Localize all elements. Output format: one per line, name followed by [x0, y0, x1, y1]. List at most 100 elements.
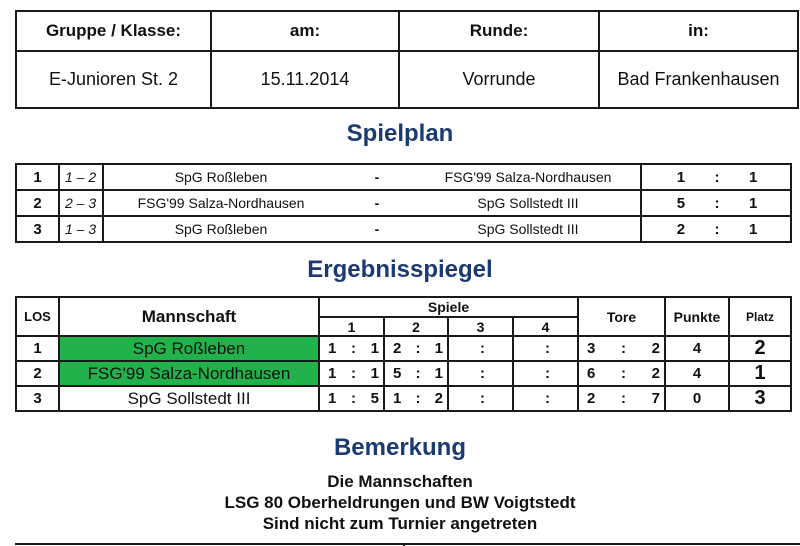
info-value-date: 15.11.2014	[210, 50, 400, 109]
spielplan-row: 31 – 3 SpG Roßleben - SpG Sollstedt III 2: 1	[15, 215, 792, 243]
game-pairing: 1 – 3	[58, 215, 104, 243]
result-right: 1	[370, 340, 379, 357]
goals-away: 1	[748, 194, 758, 212]
los-number: 3	[15, 385, 60, 412]
header-punkte: Punkte	[664, 296, 730, 337]
home-team: SpG Roßleben	[103, 163, 338, 191]
spiel-result-3: :	[447, 385, 514, 412]
result-separator: :	[415, 390, 421, 407]
tore-separator: :	[621, 390, 626, 407]
result-left: 1	[328, 390, 337, 407]
game-number: 1	[15, 163, 60, 191]
spiel-result-4: :	[512, 360, 579, 387]
platz-value: 2	[728, 335, 792, 362]
result-separator: :	[545, 390, 550, 407]
info-value-row: E-Junioren St. 2 15.11.2014 Vorrunde Bad…	[15, 50, 799, 109]
punkte-value: 0	[664, 385, 730, 412]
header-spiel-3: 3	[447, 316, 514, 337]
punkte-value: 4	[664, 360, 730, 387]
spielplan-table: 11 – 2 SpG Roßleben - FSG'99 Salza-Nordhaus…	[15, 163, 792, 243]
result-separator: :	[480, 365, 485, 382]
result-left: 1	[328, 340, 337, 357]
header-tore: Tore	[577, 296, 666, 337]
spiel-result-1: 1:5	[318, 385, 385, 412]
result-left: 5	[393, 365, 402, 382]
result-separator: :	[351, 365, 356, 382]
spiel-result-3: :	[447, 360, 514, 387]
result-left: 2	[393, 340, 402, 357]
result-separator: :	[351, 390, 356, 407]
ergebnisspiegel-title: Ergebnisspiegel	[307, 256, 493, 283]
tore-separator: :	[621, 365, 626, 382]
tore-conceded: 2	[651, 365, 660, 382]
tore-scored: 2	[587, 390, 596, 407]
los-number: 2	[15, 360, 60, 387]
home-team: FSG'99 Salza-Nordhausen	[103, 189, 338, 217]
score-separator: :	[714, 220, 720, 238]
info-header-am: am:	[210, 10, 400, 52]
result-separator: :	[415, 365, 421, 382]
versus-dash: -	[338, 215, 416, 243]
result-separator: :	[545, 365, 550, 382]
tore-total: 3: 2	[577, 335, 666, 362]
spielplan-row: 22 – 3 FSG'99 Salza-Nordhausen - SpG Sollst…	[15, 189, 792, 217]
header-spiel-1: 1	[318, 316, 385, 337]
header-spiele: Spiele	[318, 296, 579, 318]
tore-total: 2: 7	[577, 385, 666, 412]
ergebnis-row: 3 SpG Sollstedt III 1:5 1:2::2:7 0 3	[15, 385, 792, 412]
result-right: 2	[434, 390, 443, 407]
header-mannschaft: Mannschaft	[58, 296, 320, 337]
header-los: LOS	[15, 296, 60, 337]
spielplan-row: 11 – 2 SpG Roßleben - FSG'99 Salza-Nordhaus…	[15, 163, 792, 191]
game-number: 3	[15, 215, 60, 243]
spiel-result-4: :	[512, 335, 579, 362]
result-left: 1	[328, 365, 337, 382]
bemerkung-line-3: Sind nicht zum Turnier angetreten	[262, 514, 538, 533]
info-value-gruppe: E-Junioren St. 2	[15, 50, 212, 109]
spiel-result-2: 5:1	[383, 360, 449, 387]
info-value-location: Bad Frankenhausen	[598, 50, 799, 109]
score-separator: :	[714, 194, 720, 212]
los-number: 1	[15, 335, 60, 362]
game-score: 5: 1	[640, 189, 792, 217]
team-name: SpG Sollstedt III	[58, 385, 320, 412]
bemerkung-title: Bemerkung	[333, 434, 467, 461]
spiel-result-2: 2:1	[383, 335, 449, 362]
spiel-result-3: :	[447, 335, 514, 362]
ergebnis-table: LOS Mannschaft Spiele Tore Punkte Platz …	[15, 296, 792, 412]
result-separator: :	[351, 340, 356, 357]
header-spiel-4: 4	[512, 316, 579, 337]
result-right: 1	[370, 365, 379, 382]
tore-conceded: 7	[651, 390, 660, 407]
score-separator: :	[714, 168, 720, 186]
tore-total: 6: 2	[577, 360, 666, 387]
goals-away: 1	[748, 220, 758, 238]
info-header-runde: Runde:	[398, 10, 600, 52]
game-pairing: 1 – 2	[58, 163, 104, 191]
bemerkung-line-1: Die Mannschaften	[327, 472, 473, 491]
header-platz: Platz	[728, 296, 792, 337]
result-right: 1	[434, 365, 443, 382]
tore-scored: 6	[587, 365, 596, 382]
tore-conceded: 2	[651, 340, 660, 357]
spiel-result-4: :	[512, 385, 579, 412]
goals-home: 5	[676, 194, 686, 212]
away-team: SpG Sollstedt III	[416, 215, 641, 243]
result-separator: :	[415, 340, 421, 357]
spiel-result-1: 1:1	[318, 335, 385, 362]
game-score: 2: 1	[640, 215, 792, 243]
game-pairing: 2 – 3	[58, 189, 104, 217]
platz-value: 1	[728, 360, 792, 387]
info-header-row: Gruppe / Klasse: am: Runde: in:	[15, 10, 799, 52]
result-separator: :	[480, 390, 485, 407]
info-value-runde: Vorrunde	[398, 50, 600, 109]
info-table: Gruppe / Klasse: am: Runde: in: E-Junior…	[15, 10, 799, 109]
goals-home: 2	[676, 220, 686, 238]
bemerkung-line-2: LSG 80 Oberheldrungen und BW Voigtstedt	[224, 493, 576, 512]
team-name: FSG'99 Salza-Nordhausen	[58, 360, 320, 387]
result-left: 1	[393, 390, 402, 407]
result-separator: :	[480, 340, 485, 357]
result-right: 5	[370, 390, 379, 407]
tore-separator: :	[621, 340, 626, 357]
versus-dash: -	[338, 189, 416, 217]
